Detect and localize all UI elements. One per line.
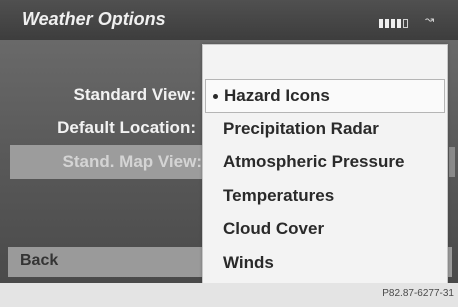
signal-strength-icon [379, 18, 419, 28]
image-reference-code: P82.87-6277-31 [382, 288, 454, 299]
option-hazard-icons[interactable]: Hazard Icons [205, 79, 445, 113]
scroll-indicator [449, 147, 455, 177]
option-label: Precipitation Radar [223, 119, 379, 138]
header-bar: Weather Options ↝ [0, 0, 458, 40]
option-cloud-cover[interactable]: Cloud Cover [203, 213, 447, 245]
option-precipitation-radar[interactable]: Precipitation Radar [203, 113, 447, 145]
option-label: Temperatures [223, 186, 335, 205]
weather-options-screen: Weather Options ↝ Standard View: Default… [0, 0, 458, 283]
map-view-dropdown: Hazard Icons Precipitation Radar Atmosph… [202, 44, 448, 283]
option-temperatures[interactable]: Temperatures [203, 180, 447, 212]
signal-bar [379, 19, 383, 28]
signal-bar [391, 19, 395, 28]
option-label: Hazard Icons [224, 86, 330, 105]
page-title: Weather Options [22, 9, 166, 29]
option-label: Cloud Cover [223, 219, 325, 238]
standard-view-label[interactable]: Standard View: [74, 85, 197, 105]
navigation-arrow-icon: ↝ [425, 14, 435, 26]
back-label: Back [20, 252, 59, 269]
stand-map-view-row[interactable]: Stand. Map View: [10, 145, 210, 179]
signal-bar [385, 19, 389, 28]
signal-bar [397, 19, 401, 28]
option-atmospheric-pressure[interactable]: Atmospheric Pressure [203, 146, 447, 178]
option-winds[interactable]: Winds [203, 247, 447, 279]
selected-bullet-icon [213, 94, 218, 99]
signal-bar-empty [403, 19, 408, 28]
option-label: Winds [223, 253, 274, 272]
default-location-label[interactable]: Default Location: [57, 118, 196, 138]
option-label: Atmospheric Pressure [223, 152, 405, 171]
stand-map-view-label: Stand. Map View: [62, 152, 203, 171]
